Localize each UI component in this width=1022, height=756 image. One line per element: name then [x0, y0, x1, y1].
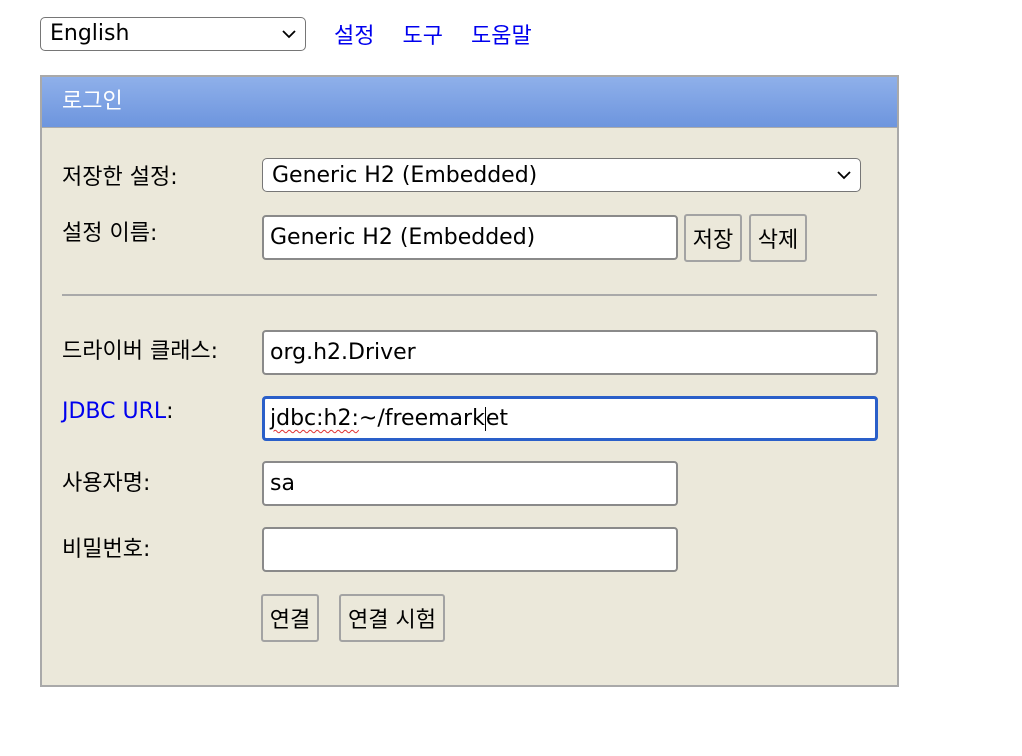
username-label: 사용자명: [62, 471, 151, 496]
saved-settings-label: 저장한 설정: [62, 165, 178, 190]
login-panel: 로그인 저장한 설정: Generic H2 (Embedded) 설정 이름:… [40, 75, 899, 687]
chevron-down-icon [837, 171, 851, 180]
driver-class-input[interactable]: org.h2.Driver [262, 330, 878, 375]
connect-button[interactable]: 연결 [261, 594, 319, 642]
delete-button[interactable]: 삭제 [749, 214, 807, 262]
jdbc-url-prefix: jdbc:h2: [270, 406, 359, 431]
jdbc-url-path: ~/freemark [358, 406, 485, 431]
divider [62, 294, 877, 296]
setting-name-input[interactable]: Generic H2 (Embedded) [262, 215, 678, 260]
jdbc-url-input[interactable]: jdbc:h2: ~/freemark et [262, 396, 878, 441]
password-label: 비밀번호: [62, 537, 151, 562]
password-input[interactable] [262, 527, 678, 572]
language-select-value: English [50, 21, 130, 46]
saved-settings-value: Generic H2 (Embedded) [272, 162, 538, 188]
test-connection-button[interactable]: 연결 시험 [339, 594, 445, 642]
username-input[interactable]: sa [262, 461, 678, 506]
tools-link[interactable]: 도구 [402, 18, 442, 50]
setting-name-label: 설정 이름: [62, 221, 158, 246]
settings-link[interactable]: 설정 [334, 18, 374, 50]
language-select[interactable]: English [40, 17, 306, 51]
chevron-down-icon [282, 30, 296, 39]
jdbc-url-suffix: et [485, 406, 508, 431]
help-link[interactable]: 도움말 [471, 18, 532, 50]
saved-settings-select[interactable]: Generic H2 (Embedded) [262, 158, 861, 192]
panel-title: 로그인 [42, 77, 897, 128]
driver-class-label: 드라이버 클래스: [62, 339, 219, 364]
jdbc-url-colon: : [166, 399, 174, 424]
top-links: 설정 도구 도움말 [334, 18, 560, 50]
jdbc-url-label: JDBC URL: [62, 399, 174, 424]
top-bar: English 설정 도구 도움말 [40, 16, 560, 52]
jdbc-url-label-text[interactable]: JDBC URL [62, 399, 166, 424]
save-button[interactable]: 저장 [684, 214, 742, 262]
